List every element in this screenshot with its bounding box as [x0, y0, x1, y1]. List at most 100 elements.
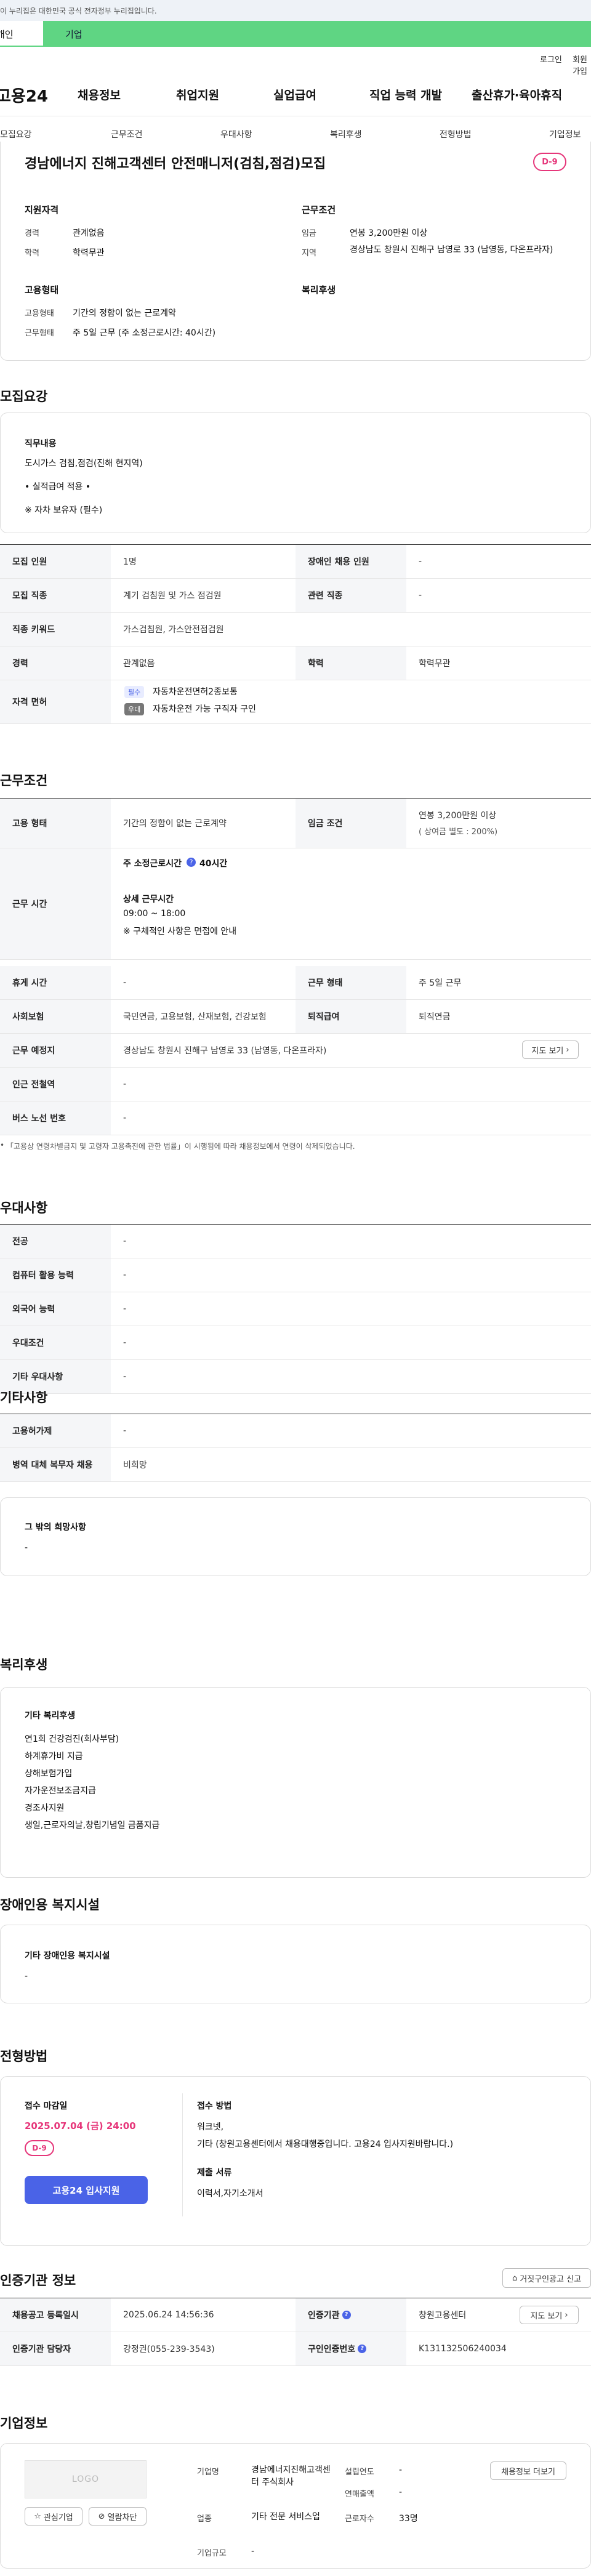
report-button-label: 거짓구인광고 신고 — [520, 2274, 582, 2284]
method-line-1: 워크넷, — [197, 2122, 224, 2132]
company-jobs-button[interactable]: 채용정보 더보기 — [490, 2461, 566, 2480]
report-button[interactable]: ⌂ 거짓구인광고 신고 — [502, 2268, 591, 2288]
rest-value: - — [123, 978, 127, 988]
qual-career-value: 관계없음 — [73, 228, 105, 238]
join-link[interactable]: 회원가입 — [573, 53, 591, 76]
emp-type-value: 기간의 정함이 없는 근로계약 — [73, 308, 176, 318]
ins-value: 국민연금, 고용보험, 산재보험, 건강보험 — [123, 1012, 267, 1022]
license-required: 자동차운전면허2종보통 — [153, 687, 238, 697]
pref-value: - — [123, 1338, 127, 1348]
cert-no-label-text: 구인인증번호 — [308, 2345, 356, 2354]
menu-vocational-training[interactable]: 직업 능력 개발 — [369, 86, 442, 103]
company-sales-value: - — [399, 2487, 403, 2497]
block-icon: ⊘ — [98, 2511, 105, 2521]
cert-map-button[interactable]: 지도 보기 › — [520, 2306, 579, 2324]
emp-hours-value: 주 5일 근무 (주 소정근로시간: 40시간) — [73, 328, 216, 338]
tab-company[interactable]: 기업 — [43, 21, 591, 47]
row-label: 모집 직종 — [0, 579, 111, 612]
row-value: 학력무관 — [419, 659, 451, 669]
menu-parental-leave[interactable]: 출산휴가·육아휴직 — [472, 86, 562, 103]
etc-value: - — [123, 1426, 127, 1436]
row-value: 가스검침원, 가스안전점검원 — [123, 625, 224, 635]
company-founded-value: - — [399, 2465, 403, 2475]
recruit-title: 모집요강 — [0, 389, 48, 404]
company-industry-value: 기타 전문 서비스업 — [251, 2512, 320, 2522]
rest-label: 휴게 시간 — [0, 966, 111, 999]
qual-edu-value: 학력무관 — [73, 248, 105, 258]
row-value: 1명 — [123, 557, 137, 567]
menu-employment-support[interactable]: 취업지원 — [176, 86, 219, 103]
row-label: 장애인 채용 인원 — [296, 545, 406, 578]
subnav-company[interactable]: 기업정보 — [549, 128, 581, 140]
pref-label: 우대조건 — [0, 1326, 111, 1359]
apply-button[interactable]: 고용24 입사지원 — [25, 2176, 148, 2204]
age-footnote-bullet: • — [0, 1141, 5, 1149]
company-size-label: 기업규모 — [197, 2549, 227, 2558]
cond-wage-value: 연봉 3,200만원 이상 — [350, 228, 428, 238]
place-label: 근무 예정지 — [0, 1034, 111, 1067]
company-logo-text: LOGO — [71, 2474, 100, 2484]
company-size-value: - — [251, 2546, 255, 2556]
subnav-recruit[interactable]: 모집요강 — [0, 128, 32, 140]
work-title: 근무조건 — [0, 773, 48, 788]
tab-person[interactable]: 개인 — [0, 21, 43, 47]
company-logo: LOGO — [25, 2460, 147, 2498]
subway-label: 인근 전철역 — [0, 1068, 111, 1101]
info-icon[interactable]: ? — [358, 2345, 367, 2353]
subnav-apply[interactable]: 전형방법 — [440, 128, 472, 140]
docs-head: 제출 서류 — [197, 2168, 232, 2178]
welfare-item: 생일,근로자의날,창립기념일 금품지급 — [25, 1821, 160, 1830]
pref-label: 컴퓨터 활용 능력 — [0, 1258, 111, 1292]
emp-label: 고용 형태 — [0, 799, 111, 848]
site-logo[interactable]: 고용24 — [0, 84, 48, 107]
subnav-work[interactable]: 근무조건 — [111, 128, 143, 140]
license-preferred-tag: 우대 — [124, 703, 145, 715]
row-label: 관련 직종 — [296, 579, 406, 612]
disabled-value: - — [25, 1971, 28, 1981]
chevron-right-icon: › — [566, 1045, 569, 1055]
deadline-head: 접수 마감일 — [25, 2101, 68, 2111]
row-value: - — [419, 557, 422, 566]
pref-label: 전공 — [0, 1225, 111, 1258]
emp-value: 기간의 정함이 없는 근로계약 — [123, 819, 227, 829]
welfare-item: 경조사지원 — [25, 1803, 65, 1813]
place-value: 경상남도 창원시 진해구 남영로 33 (남영동, 다온프라자) — [123, 1046, 327, 1056]
favorite-company-label: 관심기업 — [43, 2513, 73, 2522]
menu-unemployment-benefit[interactable]: 실업급여 — [273, 86, 316, 103]
duty-line-2: • 실적급여 적용 • — [25, 482, 91, 492]
favorite-company-button[interactable]: ☆ 관심기업 — [25, 2507, 82, 2526]
detail-time: 09:00 ~ 18:00 — [123, 909, 186, 919]
week-hours-label: 주 소정근로시간 — [123, 859, 182, 869]
welfare-item: 하계휴가비 지급 — [25, 1752, 83, 1761]
company-industry-label: 업종 — [197, 2514, 212, 2524]
age-footnote: 「고용상 연령차별금지 및 고령자 고용촉진에 관한 법률」이 시행됨에 따라 … — [6, 1142, 355, 1151]
subway-value: - — [123, 1079, 127, 1089]
cert-org-label: 인증기관 ? — [296, 2298, 406, 2332]
detail-note: ※ 구체적인 사항은 면접에 안내 — [123, 927, 237, 936]
info-icon[interactable]: ? — [342, 2311, 351, 2319]
disabled-card — [0, 1925, 591, 2003]
etc-value: 비희망 — [123, 1460, 147, 1470]
shift-label: 근무 형태 — [296, 966, 406, 999]
subnav-pref[interactable]: 우대사항 — [220, 128, 252, 140]
menu-jobs[interactable]: 채용정보 — [78, 86, 121, 103]
block-company-button[interactable]: ⊘ 열람차단 — [89, 2507, 147, 2526]
login-link[interactable]: 로그인 — [540, 53, 562, 65]
disabled-title: 장애인용 복지시설 — [0, 1898, 100, 1912]
row-value: 관계없음 — [123, 659, 155, 669]
chevron-right-icon: › — [565, 2310, 568, 2320]
subnav-welfare[interactable]: 복리후생 — [330, 128, 362, 140]
hope-card — [0, 1497, 591, 1576]
dday-badge: D-9 — [533, 153, 566, 171]
tab-person-label: 개인 — [0, 29, 14, 40]
cert-mgr-label: 인증기관 담당자 — [0, 2332, 111, 2365]
method-head: 접수 방법 — [197, 2101, 232, 2111]
etc-section-title: 기타사항 — [0, 1390, 48, 1405]
apply-dday-badge: D-9 — [25, 2140, 54, 2156]
cond-head: 근무조건 — [302, 204, 336, 215]
star-icon: ☆ — [34, 2511, 41, 2521]
house-icon: ⌂ — [512, 2273, 518, 2283]
pref-label: 외국어 능력 — [0, 1292, 111, 1326]
place-map-button[interactable]: 지도 보기 › — [522, 1040, 579, 1059]
week-hours-value: 40시간 — [199, 859, 228, 869]
